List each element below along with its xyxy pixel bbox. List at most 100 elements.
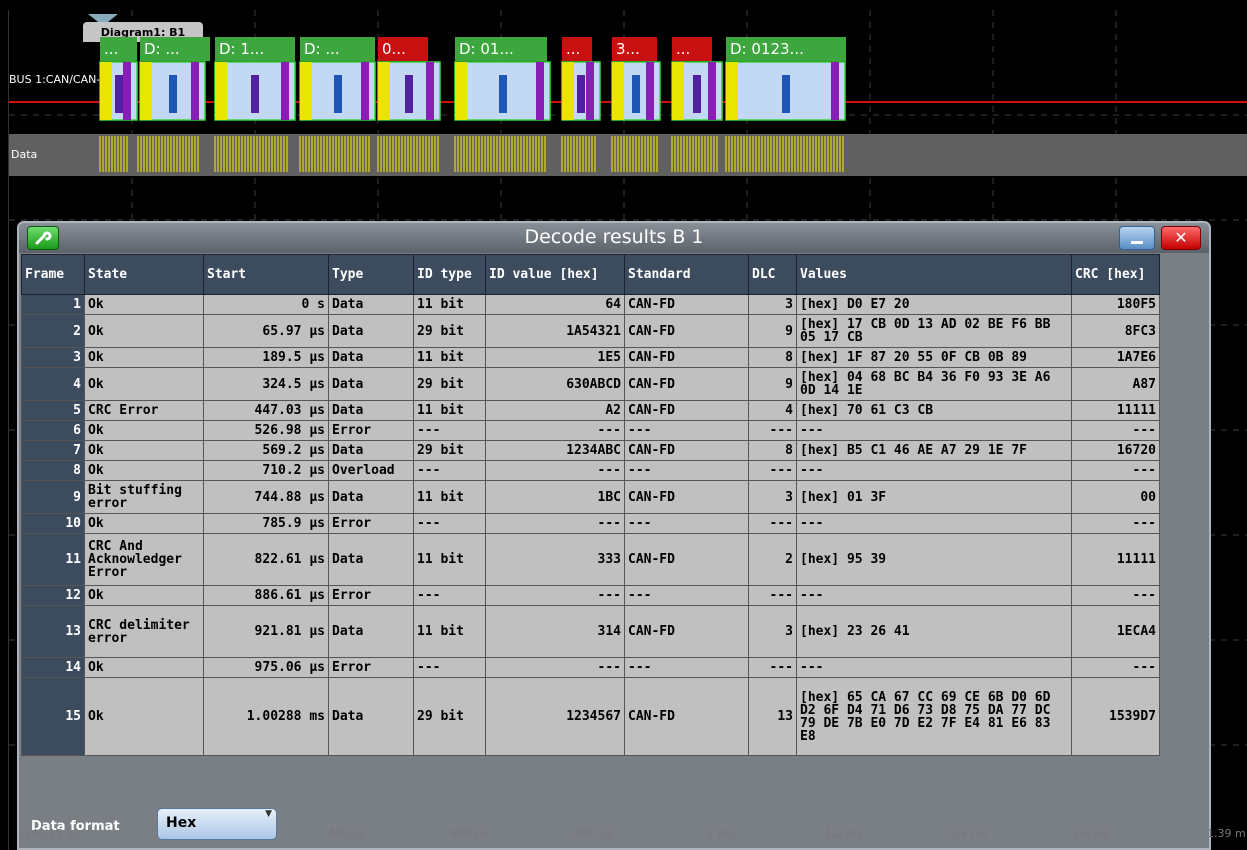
column-header[interactable]: Values [796,254,1072,295]
table-cell: Ok [84,657,204,678]
decode-results-table: Frame State Start Type ID type ID value [hex]… [21,254,1160,756]
table-cell: --- [796,657,1072,678]
table-row[interactable]: 1 Ok 0 s Data 11 bit 64 CAN-FD 3 [hex] D0 E7 20 1… [21,294,1160,315]
column-header[interactable]: CRC [hex] [1071,254,1160,295]
table-cell: --- [624,513,749,534]
table-row[interactable]: 8 Ok 710.2 µs Overload --- --- --- --- --- --- [21,460,1160,481]
table-cell: Data [328,400,414,421]
frame-number-cell: 6 [21,420,85,441]
table-cell: 9 [748,367,797,401]
bus-sof-field [140,62,152,120]
frame-number-cell: 3 [21,347,85,368]
table-row[interactable]: 9 Bit stuffing error 744.88 µs Data 11 bit 1B… [21,480,1160,514]
table-cell: CAN-FD [624,677,749,756]
dialog-titlebar[interactable]: Decode results B 1 ✕ [19,223,1209,253]
frame-number-cell: 4 [21,367,85,401]
time-axis-label: 1.6 ms [1072,827,1110,840]
frame-label[interactable]: ... [672,37,712,61]
column-header[interactable]: DLC [748,254,797,295]
table-cell: --- [413,460,486,481]
table-cell: 65.97 µs [203,314,329,348]
table-row[interactable]: 5 CRC Error 447.03 µs Data 11 bit A2 CAN-FD 4 [h… [21,400,1160,421]
column-header[interactable]: Start [203,254,329,295]
table-row[interactable]: 11 CRC And Acknowledger Error 822.61 µs Dat… [21,533,1160,586]
table-cell: --- [748,513,797,534]
time-axis-label: 400 µs [328,827,366,840]
bus-data-field [577,75,585,113]
frame-number-cell: 13 [21,605,85,658]
table-cell: 324.5 µs [203,367,329,401]
frame-label[interactable]: D: ... [300,37,375,61]
table-cell: 526.98 µs [203,420,329,441]
bus-crc-field [191,62,199,120]
table-cell: --- [748,657,797,678]
table-cell: 744.88 µs [203,480,329,514]
column-header[interactable]: Frame [21,254,85,295]
table-cell: Data [328,480,414,514]
table-row[interactable]: 3 Ok 189.5 µs Data 11 bit 1E5 CAN-FD 8 [hex] 1F … [21,347,1160,368]
table-cell: 00 [1071,480,1160,514]
table-row[interactable]: 6 Ok 526.98 µs Error --- --- --- --- --- --- [21,420,1160,441]
table-cell: 16720 [1071,440,1160,461]
frame-label[interactable]: ... [562,37,592,61]
table-cell: 1A7E6 [1071,347,1160,368]
bus-data-field [115,75,123,113]
frame-label[interactable]: 3... [612,37,657,61]
table-cell: [hex] 70 61 C3 CB [796,400,1072,421]
time-axis-label: 1.4 ms [950,827,988,840]
table-cell: 11 bit [413,605,486,658]
frame-label[interactable]: 0... [378,37,428,61]
frame-label[interactable]: D: 0123... [726,37,846,61]
bus-sof-field [215,62,227,120]
table-cell: 11 bit [413,480,486,514]
table-cell: Ok [84,585,204,606]
data-format-select[interactable]: Hex ▼ [157,808,277,840]
table-cell: [hex] 17 CB 0D 13 AD 02 BE F6 BB 05 17 C… [796,314,1072,348]
frame-number-cell: 8 [21,460,85,481]
table-cell: 29 bit [413,367,486,401]
frame-number-cell: 5 [21,400,85,421]
table-cell: Data [328,347,414,368]
table-cell: --- [413,420,486,441]
table-cell: 11 bit [413,533,486,586]
frame-label[interactable]: ... [100,37,137,61]
table-row[interactable]: 13 CRC delimiter error 921.81 µs Data 11 bit… [21,605,1160,658]
column-header[interactable]: State [84,254,204,295]
table-row[interactable]: 15 Ok 1.00288 ms Data 29 bit 1234567 CAN-FD 13[… [21,677,1160,756]
frame-number-cell: 12 [21,585,85,606]
table-cell: CAN-FD [624,605,749,658]
column-header[interactable]: ID value [hex] [485,254,625,295]
table-cell: [hex] 23 26 41 [796,605,1072,658]
data-format-value: Hex [166,815,197,831]
table-cell: 822.61 µs [203,533,329,586]
bus-data-field [782,75,790,113]
column-header[interactable]: Standard [624,254,749,295]
time-axis-label: -146.15 µs [20,827,79,840]
frame-label[interactable]: D: 01... [455,37,547,61]
table-cell: Data [328,440,414,461]
bus-sof-field [378,62,390,120]
table-cell: --- [1071,460,1160,481]
time-axis-label: 1 ms [707,827,734,840]
bus-crc-field [426,62,434,120]
table-row[interactable]: 14 Ok 975.06 µs Error --- --- --- --- --- --- [21,657,1160,678]
column-header[interactable]: ID type [413,254,486,295]
bus-sof-field [612,62,624,120]
table-row[interactable]: 4 Ok 324.5 µs Data 29 bit 630ABCD CAN-FD 9 [hex]… [21,367,1160,401]
minimize-button[interactable] [1119,226,1155,250]
column-header[interactable]: Type [328,254,414,295]
table-cell: CRC Error [84,400,204,421]
table-row[interactable]: 7 Ok 569.2 µs Data 29 bit 1234ABC CAN-FD 8 [hex]… [21,440,1160,461]
close-button[interactable]: ✕ [1161,226,1201,250]
frame-label[interactable]: D: 1... [215,37,295,61]
bus-crc-field [646,62,654,120]
time-axis-label: 600 µs [450,827,488,840]
table-row[interactable]: 2 Ok 65.97 µs Data 29 bit 1A54321 CAN-FD 9 [hex]… [21,314,1160,348]
table-cell: A87 [1071,367,1160,401]
table-cell: 11 bit [413,347,486,368]
frame-label[interactable]: D: ... [140,37,210,61]
table-row[interactable]: 12 Ok 886.61 µs Error --- --- --- --- --- --- [21,585,1160,606]
table-row[interactable]: 10 Ok 785.9 µs Error --- --- --- --- --- --- [21,513,1160,534]
table-cell: 4 [748,400,797,421]
table-cell: CAN-FD [624,480,749,514]
